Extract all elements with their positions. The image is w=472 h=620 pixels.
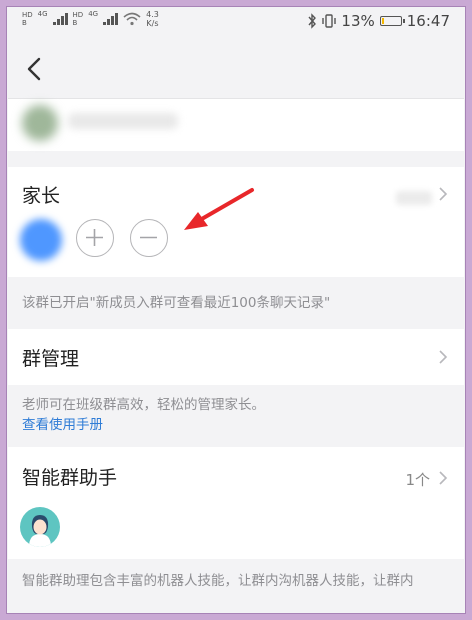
hd-label: HD [22, 11, 33, 19]
assistant-description: 智能群助理包含丰富的机器人技能，让群内沟机器人技能，让群内 [8, 559, 464, 599]
speed-unit: K/s [146, 19, 159, 28]
battery-fill [381, 18, 384, 24]
assistant-title: 智能群助手 [22, 467, 118, 489]
signal-icon-1 [52, 13, 68, 25]
phone-screen: HD B 4G HD B 4G 4.3 K/s 13% 16:47 家长 该群已… [8, 6, 464, 614]
nav-bar [8, 36, 464, 98]
parents-section: 家长 [8, 167, 464, 277]
assistant-bot-avatar[interactable] [20, 507, 60, 547]
assistant-count: 1个 [405, 471, 430, 489]
member-avatar-blurred[interactable] [20, 219, 62, 261]
network-speed: 4.3 K/s [146, 10, 159, 28]
status-left: HD B 4G HD B 4G 4.3 K/s [22, 10, 159, 28]
battery-icon [379, 16, 405, 26]
parents-count-blurred [396, 191, 432, 205]
hd-label: HD [72, 11, 84, 19]
chevron-right-icon [439, 471, 448, 485]
status-right: 13% 16:47 [307, 12, 450, 30]
hd-indicator-2: HD B [73, 11, 84, 27]
hd-indicator-1: HD B [22, 11, 33, 27]
group-management-row[interactable]: 群管理 [8, 329, 464, 385]
network-type-2: 4G [88, 10, 99, 18]
group-management-title: 群管理 [22, 348, 80, 370]
vibrate-icon [322, 14, 337, 28]
status-bar: HD B 4G HD B 4G 4.3 K/s 13% 16:47 [8, 6, 464, 36]
user-manual-link[interactable]: 查看使用手册 [22, 415, 450, 435]
battery-percent: 13% [341, 12, 375, 30]
minus-icon [140, 236, 157, 239]
chevron-right-icon[interactable] [436, 187, 450, 201]
back-arrow-icon[interactable] [22, 56, 48, 82]
signal-icon-2 [103, 13, 119, 25]
bluetooth-icon [308, 13, 317, 29]
assistant-section[interactable]: 智能群助手 1个 [8, 447, 464, 559]
chevron-right-icon [439, 350, 448, 364]
clock: 16:47 [406, 12, 450, 30]
hd-sub: B [72, 19, 78, 27]
wifi-icon [123, 12, 141, 26]
network-type-1: 4G [37, 10, 48, 18]
parents-title[interactable]: 家长 [22, 181, 60, 208]
section-gap [8, 151, 464, 167]
add-member-button[interactable] [76, 219, 114, 257]
remove-member-button[interactable] [130, 219, 168, 257]
group-management-note: 老师可在班级群高效，轻松的管理家长。 查看使用手册 [8, 385, 464, 447]
speed-value: 4.3 [146, 10, 159, 19]
group-management-description: 老师可在班级群高效，轻松的管理家长。 [22, 397, 265, 413]
plus-icon [86, 229, 103, 246]
robot-person-icon [29, 515, 51, 547]
group-name-blurred [68, 113, 178, 129]
group-avatar-blurred [22, 105, 58, 141]
hd-sub: B [22, 19, 27, 27]
history-notice: 该群已开启"新成员入群可查看最近100条聊天记录" [8, 277, 464, 329]
group-info-row[interactable] [8, 98, 464, 151]
